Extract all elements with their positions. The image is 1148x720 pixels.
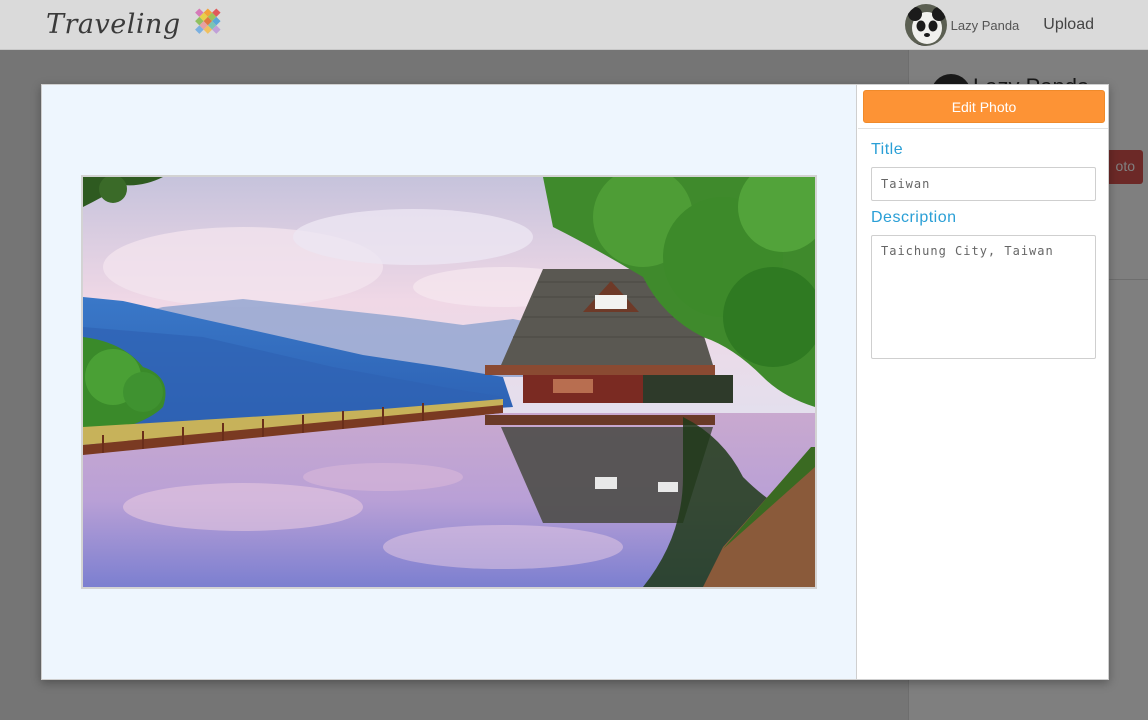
avatar[interactable] xyxy=(904,4,947,46)
upload-link[interactable]: Upload xyxy=(1043,16,1094,34)
edit-panel: Edit Photo Title Description Taichung Ci… xyxy=(858,85,1108,679)
title-input[interactable] xyxy=(871,167,1096,201)
photo xyxy=(81,175,817,589)
title-label: Title xyxy=(871,141,904,158)
brand-name: Traveling xyxy=(46,8,181,40)
top-navbar: Traveling Lazy Panda Upload xyxy=(0,0,1148,50)
description-label: Description xyxy=(871,209,957,226)
landscape-photo xyxy=(83,177,815,587)
panda-avatar-image xyxy=(904,4,947,46)
user-nav: Lazy Panda Upload xyxy=(904,0,1148,50)
photo-modal: Edit Photo Title Description Taichung Ci… xyxy=(41,84,1109,680)
edit-photo-button[interactable]: Edit Photo xyxy=(863,90,1105,123)
divider xyxy=(858,128,1108,129)
brand[interactable]: Traveling xyxy=(46,2,225,46)
nav-username[interactable]: Lazy Panda xyxy=(951,18,1020,33)
photo-viewer xyxy=(42,85,857,679)
description-textarea[interactable]: Taichung City, Taiwan xyxy=(871,235,1096,359)
mosaic-tree-logo-icon xyxy=(194,8,221,34)
